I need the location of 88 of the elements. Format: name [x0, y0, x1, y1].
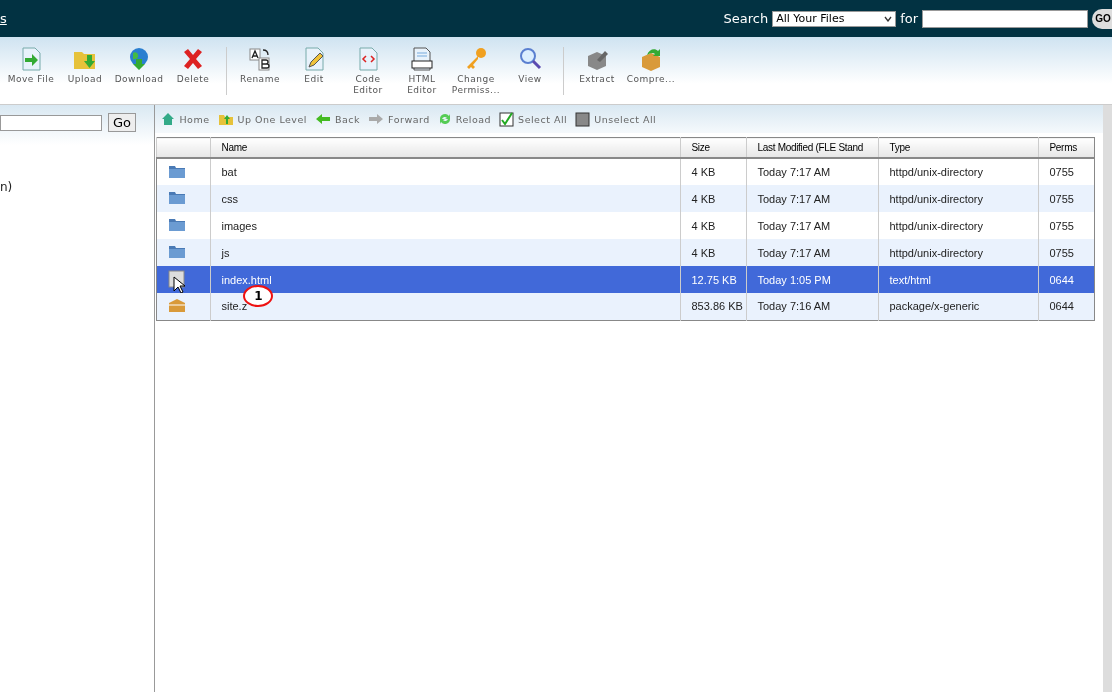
column-header[interactable]: Size — [680, 137, 747, 158]
table-cell: httpd/unix-directory — [889, 192, 983, 205]
caret-icon — [884, 15, 893, 22]
table-cell: 0755 — [1049, 246, 1074, 259]
letters-a-b-icon — [248, 47, 272, 71]
table-cell: 4 KB — [691, 246, 716, 259]
toolbar-button[interactable]: Extract — [570, 47, 624, 85]
left-arrow-icon — [315, 113, 331, 125]
column-header[interactable]: Last Modified (FLE Stand — [746, 137, 879, 158]
column-header[interactable]: Type — [878, 137, 1039, 158]
table-cell: css — [221, 192, 238, 205]
table-cell: 12.75 KB — [691, 273, 737, 286]
nav-button[interactable]: Reload — [437, 112, 492, 126]
toolbar-button[interactable]: Upload — [58, 47, 112, 85]
table-cell: httpd/unix-directory — [889, 219, 983, 232]
table-cell: 0644 — [1049, 300, 1074, 313]
table-cell: httpd/unix-directory — [889, 246, 983, 259]
toolbar-button[interactable]: Download — [112, 47, 166, 85]
table-cell: 853.86 KB — [691, 300, 743, 313]
table-cell: 4 KB — [691, 166, 716, 178]
table-cell: 0755 — [1049, 166, 1074, 178]
table-cell: httpd/unix-directory — [889, 166, 983, 178]
toolbar-button[interactable]: Code Editor — [341, 47, 395, 96]
go-button[interactable]: Go — [108, 113, 137, 132]
file-row[interactable]: css 4 KB Today 7:17 AM httpd/unix-directory 0755 — [156, 185, 1095, 212]
table-cell: Today 7:17 AM — [757, 166, 831, 178]
table-cell: 4 KB — [691, 192, 716, 205]
toolbar-button[interactable]: Rename — [233, 47, 287, 85]
table-cell: Today 1:05 PM — [757, 273, 831, 286]
scrollbar[interactable] — [1103, 105, 1112, 692]
table-cell: Today 7:16 AM — [757, 300, 831, 313]
search-scope-dropdown[interactable]: All Your Files — [772, 10, 897, 27]
column-header[interactable]: Name — [210, 137, 681, 158]
nav-button[interactable]: Home — [161, 112, 210, 126]
box-icon — [168, 297, 187, 313]
file-row[interactable]: bat 4 KB Today 7:17 AM httpd/unix-directory 0755 — [156, 158, 1095, 185]
sidebar-text: n) — [0, 180, 14, 194]
file-row[interactable]: js 4 KB Today 7:17 AM httpd/unix-directory 0755 — [156, 239, 1095, 266]
toolbar-button[interactable]: HTML Editor — [395, 47, 449, 96]
file-row[interactable]: images 4 KB Today 7:17 AM httpd/unix-directory 0755 — [156, 212, 1095, 239]
empty-checkbox-icon — [575, 111, 591, 127]
reload-icon — [437, 112, 452, 126]
code-page-icon — [357, 47, 379, 71]
toolbar-button[interactable]: Compre... — [624, 47, 678, 85]
nav-button[interactable]: Forward — [368, 113, 430, 125]
top-link[interactable]: s — [0, 11, 7, 26]
folder-icon — [168, 244, 187, 259]
toolbar-button[interactable]: Edit — [287, 47, 341, 85]
table-cell: 0644 — [1049, 273, 1074, 286]
table-cell: text/html — [889, 273, 932, 286]
table-cell: index.html — [221, 273, 272, 286]
search-field[interactable] — [922, 9, 1088, 28]
table-cell: Today 7:17 AM — [757, 219, 831, 232]
go-button[interactable]: GO — [1092, 8, 1112, 29]
for-label: for — [900, 11, 918, 26]
toolbar-button[interactable]: Move File — [4, 47, 58, 85]
table-cell: bat — [221, 166, 237, 178]
folder-arrow-icon — [217, 112, 234, 126]
table-cell: Today 7:17 AM — [757, 246, 831, 259]
cross-icon — [181, 47, 205, 71]
nav-button[interactable]: Unselect All — [575, 111, 657, 127]
right-arrow-icon — [368, 113, 385, 125]
table-cell: package/x-generic — [889, 300, 980, 313]
table-cell: 4 KB — [691, 219, 716, 232]
table-cell: 0755 — [1049, 192, 1074, 205]
toolbar-button[interactable]: Change Permiss... — [449, 47, 503, 96]
column-header[interactable]: Perms — [1038, 137, 1095, 158]
nav-button[interactable]: Select All — [499, 111, 568, 127]
search-label: Search — [723, 11, 769, 26]
folder-icon — [168, 190, 187, 205]
box-arrow-icon — [639, 47, 663, 71]
sidebar-input-field[interactable] — [0, 114, 102, 131]
table-cell: images — [221, 219, 257, 232]
mouse-cursor-icon — [173, 276, 186, 294]
magnifier-icon — [518, 47, 542, 71]
table-cell: 0755 — [1049, 219, 1074, 232]
nav-button[interactable]: Up One Level — [217, 112, 307, 126]
toolbar-button[interactable]: Delete — [166, 47, 220, 85]
checkbox-icon — [499, 111, 515, 127]
pencil-page-icon — [303, 47, 325, 71]
folder-icon — [168, 217, 187, 232]
house-icon — [161, 112, 176, 126]
folder-icon — [168, 163, 187, 179]
toolbar-button[interactable]: View — [503, 47, 557, 85]
table-cell: js — [221, 246, 230, 259]
nav-button[interactable]: Back — [315, 113, 361, 125]
table-cell: Today 7:17 AM — [757, 192, 831, 205]
file-arrow-icon — [20, 47, 42, 71]
